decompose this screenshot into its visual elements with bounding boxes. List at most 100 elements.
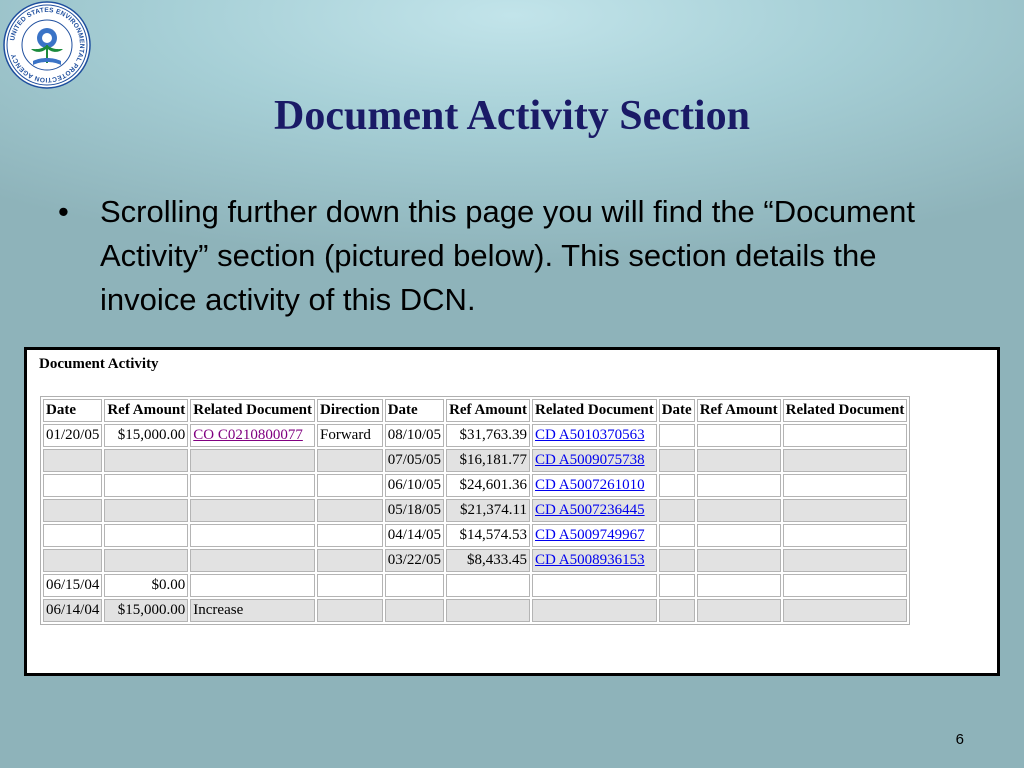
table-cell [782,574,908,597]
table-cell [43,449,103,472]
table-row: 06/15/04 $0.00 [43,574,908,597]
slide-title: Document Activity Section [274,93,750,139]
table-cell: $8,433.45 [446,549,530,572]
table-cell [696,549,781,572]
table-cell: CD A5009749967 [531,524,657,547]
table-cell [658,574,695,597]
table-cell [696,599,781,622]
table-cell [190,524,315,547]
table-cell: CD A5010370563 [531,424,657,447]
table-row: 06/10/05 $24,601.36 CD A5007261010 [43,474,908,497]
table-cell [658,449,695,472]
table-cell [658,424,695,447]
table-cell [531,599,657,622]
table-cell [104,499,189,522]
related-document-link[interactable]: CD A5007261010 [535,477,645,493]
table-cell: $16,181.77 [446,449,530,472]
bullet-text: Scrolling further down this page you wil… [100,194,916,317]
column-header: Related Document [190,399,315,422]
table-cell: 07/05/05 [384,449,445,472]
table-cell [190,449,315,472]
table-header-row: Date Ref Amount Related Document Directi… [43,399,908,422]
table-cell [384,574,445,597]
table-cell: CD A5007261010 [531,474,657,497]
table-cell [658,549,695,572]
document-activity-screenshot: Document Activity Date Ref Amount Relate… [24,347,1000,676]
table-cell: 06/15/04 [43,574,103,597]
table-cell [43,524,103,547]
table-cell: $21,374.11 [446,499,530,522]
table-cell [696,424,781,447]
table-cell: $15,000.00 [104,424,189,447]
related-document-link[interactable]: CD A5007236445 [535,502,645,518]
table-cell [658,524,695,547]
table-cell [446,599,530,622]
column-header: Related Document [782,399,908,422]
table-cell [782,499,908,522]
related-document-link[interactable]: CD A5008936153 [535,552,645,568]
table-cell: CD A5007236445 [531,499,657,522]
table-cell [190,549,315,572]
table-cell: $15,000.00 [104,599,189,622]
table-cell [317,499,383,522]
table-cell [658,474,695,497]
table-cell [104,474,189,497]
table-cell [317,449,383,472]
related-document-link[interactable]: CD A5010370563 [535,427,645,443]
bullet-dot-icon: • [58,194,69,229]
table-row: 03/22/05 $8,433.45 CD A5008936153 [43,549,908,572]
table-cell: Forward [317,424,383,447]
table-cell [696,574,781,597]
related-document-link[interactable]: CD A5009749967 [535,527,645,543]
related-document-link[interactable]: CD A5009075738 [535,452,645,468]
table-cell [104,524,189,547]
column-header: Ref Amount [104,399,189,422]
column-header: Date [384,399,445,422]
table-cell [317,524,383,547]
column-header: Direction [317,399,383,422]
table-cell [782,424,908,447]
table-cell [531,574,657,597]
table-cell [43,474,103,497]
column-header: Date [43,399,103,422]
table-cell [190,574,315,597]
table-cell: CD A5009075738 [531,449,657,472]
table-cell [658,599,695,622]
table-cell: Increase [190,599,315,622]
table-cell [446,574,530,597]
table-cell [317,574,383,597]
table-cell [43,549,103,572]
table-cell: $24,601.36 [446,474,530,497]
panel-title: Document Activity [39,356,159,372]
table-cell: 05/18/05 [384,499,445,522]
table-cell: CO C0210800077 [190,424,315,447]
table-cell [782,524,908,547]
table-cell [317,549,383,572]
table-cell [696,524,781,547]
table-row: 01/20/05 $15,000.00 CO C0210800077 Forward 0… [43,424,908,447]
table-cell [104,449,189,472]
page-number: 6 [955,731,964,748]
table-cell: CD A5008936153 [531,549,657,572]
table-row: 06/14/04 $15,000.00 Increase [43,599,908,622]
table-cell [190,499,315,522]
table-row: 04/14/05 $14,574.53 CD A5009749967 [43,524,908,547]
table-cell [782,449,908,472]
table-cell [104,549,189,572]
table-cell: 06/10/05 [384,474,445,497]
table-cell: 03/22/05 [384,549,445,572]
table-cell [696,499,781,522]
column-header: Related Document [531,399,657,422]
table-cell [696,474,781,497]
related-document-link[interactable]: CO C0210800077 [193,427,303,443]
column-header: Ref Amount [696,399,781,422]
table-row: 07/05/05 $16,181.77 CD A5009075738 [43,449,908,472]
epa-logo: UNITED STATES ENVIRONMENTAL PROTECTION A… [3,1,91,89]
table-row: 05/18/05 $21,374.11 CD A5007236445 [43,499,908,522]
table-cell [782,474,908,497]
table-cell [782,549,908,572]
table-cell [317,599,383,622]
table-cell: 08/10/05 [384,424,445,447]
table-cell [190,474,315,497]
table-cell: $14,574.53 [446,524,530,547]
